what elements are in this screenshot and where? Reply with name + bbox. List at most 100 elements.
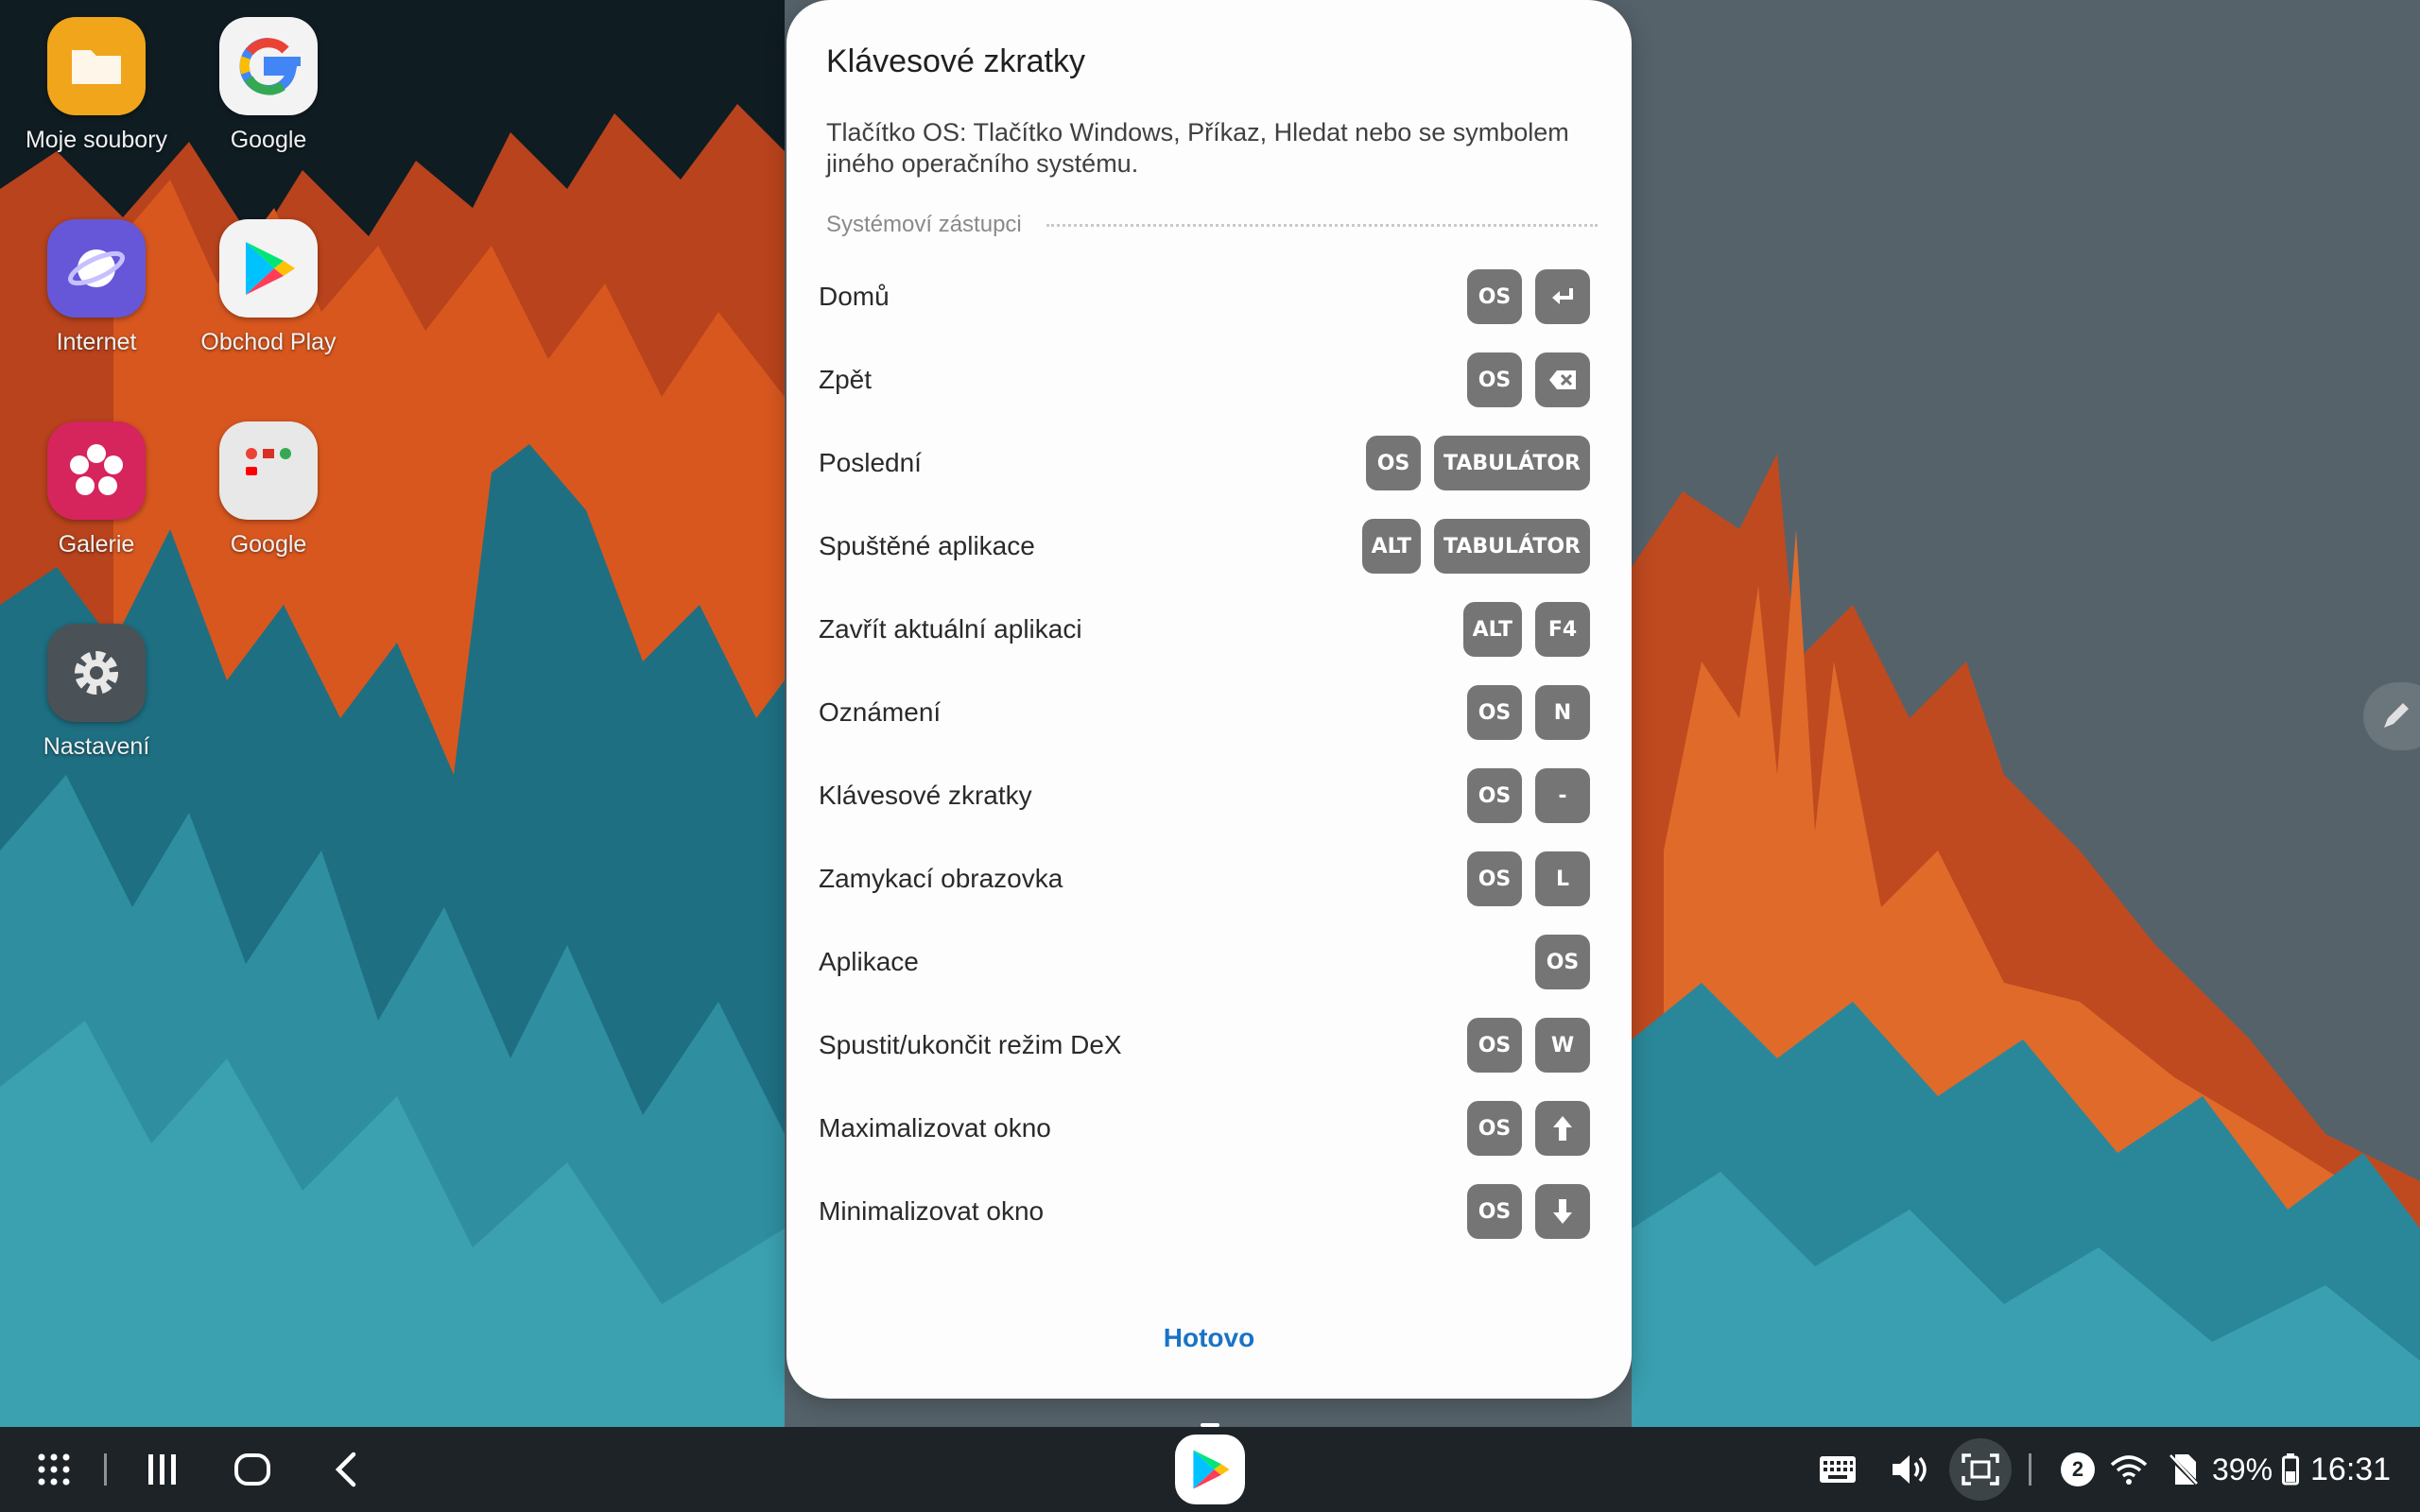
desktop-icon-label: Nastavení bbox=[43, 733, 150, 760]
key-cap: OS bbox=[1467, 768, 1522, 823]
done-button[interactable]: Hotovo bbox=[786, 1323, 1632, 1353]
no-sim-icon bbox=[2169, 1454, 2198, 1486]
notification-count-badge[interactable]: 2 bbox=[2059, 1427, 2097, 1512]
desktop-icon-google[interactable]: Google bbox=[174, 17, 363, 154]
section-header: Systémoví zástupci bbox=[826, 210, 1598, 240]
settings-gear-icon bbox=[47, 624, 146, 722]
taskbar-divider bbox=[102, 1427, 108, 1512]
google-icon bbox=[219, 17, 318, 115]
shortcut-label: Klávesové zkratky bbox=[819, 781, 1032, 810]
shortcut-label: Oznámení bbox=[819, 697, 942, 727]
wifi-icon bbox=[2110, 1455, 2148, 1485]
dialog-description: Tlačítko OS: Tlačítko Windows, Příkaz, H… bbox=[826, 118, 1569, 178]
shortcut-label: Minimalizovat okno bbox=[819, 1196, 1045, 1226]
shortcut-row: Aplikace OS bbox=[819, 934, 1590, 990]
desktop-icon-settings[interactable]: Nastavení bbox=[2, 624, 191, 761]
shortcut-label: Domů bbox=[819, 282, 890, 311]
key-combination: OS bbox=[1467, 352, 1590, 407]
desktop-icon-label: Google bbox=[230, 127, 307, 153]
battery-percent: 39% bbox=[2212, 1452, 2273, 1486]
key-combination: OS bbox=[1467, 1101, 1590, 1156]
battery-icon bbox=[2282, 1453, 2299, 1486]
recents-button[interactable] bbox=[138, 1427, 185, 1512]
key-combination: OS - bbox=[1467, 768, 1590, 823]
shortcut-row: Spuštěné aplikace ALT TABULÁTOR bbox=[819, 518, 1590, 575]
taskbar: 2 39% 16:31 bbox=[0, 1423, 2420, 1512]
volume-icon bbox=[1893, 1455, 1927, 1484]
shortcut-label: Poslední bbox=[819, 448, 922, 477]
desktop-icon-label: Obchod Play bbox=[200, 329, 337, 355]
recents-icon bbox=[148, 1454, 176, 1485]
key-combination: OS bbox=[1535, 935, 1590, 989]
back-button[interactable] bbox=[321, 1427, 369, 1512]
shortcut-label: Zavřít aktuální aplikaci bbox=[819, 614, 1082, 644]
key-cap: OS bbox=[1366, 436, 1422, 490]
shortcut-label: Zamykací obrazovka bbox=[819, 864, 1063, 893]
key-combination: OS L bbox=[1467, 851, 1590, 906]
apps-grid-icon bbox=[38, 1453, 70, 1486]
shortcut-row: Spustit/ukončit režim DeX OS W bbox=[819, 1017, 1590, 1074]
keyboard-icon bbox=[1820, 1456, 1856, 1483]
wifi-status bbox=[2108, 1427, 2150, 1512]
key-cap: ALT bbox=[1462, 602, 1522, 657]
key-cap: TABULÁTOR bbox=[1434, 436, 1590, 490]
key-cap: TABULÁTOR bbox=[1434, 519, 1590, 574]
shortcut-row: Zamykací obrazovka OS L bbox=[819, 850, 1590, 907]
screen-capture-button[interactable] bbox=[1949, 1427, 2012, 1512]
shortcut-label: Zpět bbox=[819, 365, 873, 394]
home-button[interactable] bbox=[229, 1427, 276, 1512]
home-icon bbox=[234, 1453, 270, 1486]
key-cap: OS bbox=[1467, 1184, 1522, 1239]
key-combination: OS bbox=[1467, 1184, 1590, 1239]
desktop-icon-label: Galerie bbox=[58, 531, 135, 558]
section-label: Systémoví zástupci bbox=[826, 212, 1022, 237]
clock[interactable]: 16:31 bbox=[2310, 1427, 2391, 1512]
key-combination: OS N bbox=[1467, 685, 1590, 740]
taskbar-divider bbox=[2027, 1427, 2032, 1512]
key-cap: L bbox=[1535, 851, 1590, 906]
key-cap: OS bbox=[1467, 851, 1522, 906]
desktop-icon-my-files[interactable]: Moje soubory bbox=[2, 17, 191, 154]
key-combination: OS W bbox=[1467, 1018, 1590, 1073]
shortcut-label: Maximalizovat okno bbox=[819, 1113, 1051, 1143]
key-cap: - bbox=[1535, 768, 1590, 823]
play-store-icon bbox=[219, 219, 318, 318]
no-sim-status bbox=[2165, 1427, 2203, 1512]
taskbar-app-play-store[interactable] bbox=[1172, 1423, 1248, 1512]
arrow-down-icon bbox=[1535, 1184, 1590, 1239]
volume-button[interactable] bbox=[1889, 1427, 1930, 1512]
section-divider bbox=[1046, 223, 1598, 227]
apps-grid-button[interactable] bbox=[28, 1427, 79, 1512]
desktop-icon-gallery[interactable]: Galerie bbox=[2, 421, 191, 558]
shortcut-row: Zpět OS bbox=[819, 352, 1590, 408]
shortcut-row: Klávesové zkratky OS - bbox=[819, 767, 1590, 824]
enter-icon bbox=[1535, 269, 1590, 324]
battery-status bbox=[2278, 1427, 2303, 1512]
desktop-icon-label: Moje soubory bbox=[25, 127, 168, 153]
key-cap: F4 bbox=[1535, 602, 1590, 657]
keyboard-button[interactable] bbox=[1817, 1427, 1858, 1512]
key-cap: OS bbox=[1467, 685, 1522, 740]
desktop-icon-play-store[interactable]: Obchod Play bbox=[174, 219, 363, 356]
desktop-icon-label: Google bbox=[230, 531, 307, 558]
key-cap: N bbox=[1535, 685, 1590, 740]
key-combination: OS bbox=[1467, 269, 1590, 324]
key-cap: OS bbox=[1467, 1101, 1522, 1156]
shortcut-row: Poslední OS TABULÁTOR bbox=[819, 435, 1590, 491]
key-combination: ALT F4 bbox=[1462, 602, 1590, 657]
desktop-icon-google-folder[interactable]: Google bbox=[174, 421, 363, 558]
pencil-icon bbox=[2384, 703, 2409, 728]
dialog-title: Klávesové zkratky bbox=[826, 43, 1085, 79]
desktop-icon-internet[interactable]: Internet bbox=[2, 219, 191, 356]
gallery-icon bbox=[47, 421, 146, 520]
key-cap: OS bbox=[1467, 1018, 1522, 1073]
shortcut-row: Domů OS bbox=[819, 268, 1590, 325]
screen-capture-icon bbox=[1962, 1453, 1999, 1486]
shortcut-row: Maximalizovat okno OS bbox=[819, 1100, 1590, 1157]
back-icon bbox=[335, 1452, 356, 1487]
shortcut-label: Spustit/ukončit režim DeX bbox=[819, 1030, 1122, 1059]
arrow-up-icon bbox=[1535, 1101, 1590, 1156]
keyboard-shortcuts-dialog: Klávesové zkratky Tlačítko OS: Tlačítko … bbox=[786, 0, 1632, 1399]
shortcut-row: Zavřít aktuální aplikaci ALT F4 bbox=[819, 601, 1590, 658]
shortcut-row: Oznámení OS N bbox=[819, 684, 1590, 741]
